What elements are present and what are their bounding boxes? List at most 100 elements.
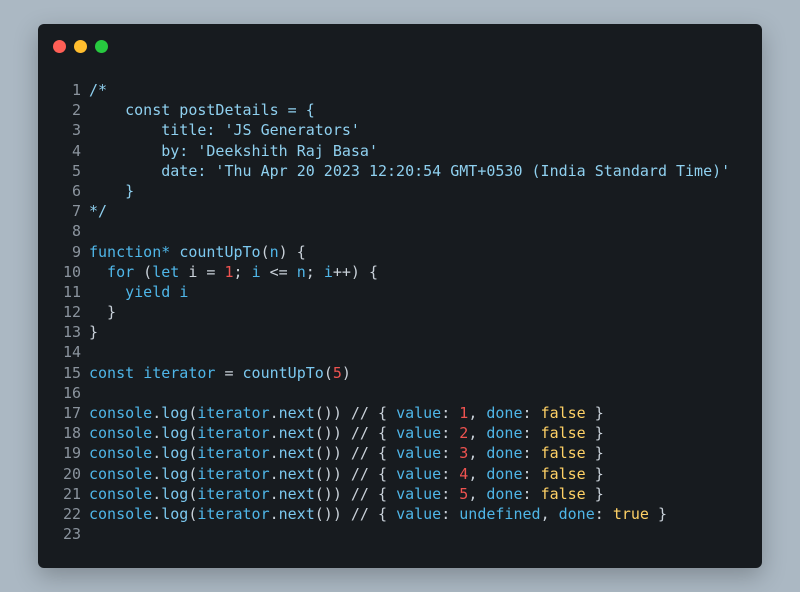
code-token: , bbox=[540, 504, 559, 523]
code-token: false bbox=[540, 404, 586, 422]
line-number: 12 bbox=[62, 303, 81, 322]
code-token: console bbox=[89, 444, 153, 463]
code-token: done bbox=[486, 464, 523, 483]
line-number: 23 bbox=[62, 525, 81, 544]
code-token: . bbox=[152, 464, 162, 483]
code-token: function* bbox=[89, 242, 171, 261]
code-token: , bbox=[468, 464, 487, 483]
code-token: . bbox=[152, 404, 162, 422]
code-token: : bbox=[441, 504, 460, 523]
maximize-dot-icon[interactable] bbox=[95, 40, 108, 53]
code-token: i bbox=[179, 282, 189, 301]
code-line: 1 /* bbox=[38, 80, 762, 100]
code-token: , bbox=[468, 484, 487, 503]
code-text: title: 'JS Generators' bbox=[89, 120, 360, 140]
code-text: } bbox=[89, 302, 116, 322]
code-token: } bbox=[585, 424, 604, 443]
code-token: } bbox=[89, 303, 117, 322]
code-token: 4 bbox=[459, 464, 469, 483]
code-token: : bbox=[522, 484, 541, 503]
code-token: ()) // { bbox=[314, 404, 397, 422]
code-token: . bbox=[269, 424, 279, 443]
code-line: 9 function* countUpTo(n) { bbox=[38, 242, 762, 262]
code-token: i bbox=[323, 262, 333, 281]
code-token: , bbox=[468, 424, 487, 443]
code-line: 4 by: 'Deekshith Raj Basa' bbox=[38, 141, 762, 161]
code-token: value bbox=[396, 424, 442, 443]
line-number: 7 bbox=[71, 202, 81, 221]
code-token: date: 'Thu Apr 20 2023 12:20:54 GMT+0530… bbox=[89, 161, 731, 180]
code-token: title: 'JS Generators' bbox=[89, 121, 360, 140]
close-dot-icon[interactable] bbox=[53, 40, 66, 53]
code-line: 21 console.log(iterator.next()) // { valu… bbox=[38, 484, 762, 504]
code-text: */ bbox=[89, 201, 107, 221]
code-token: = bbox=[215, 363, 243, 382]
code-token: : bbox=[594, 504, 613, 523]
code-token: n bbox=[296, 262, 306, 281]
code-block: 1/* 2 const postDetails = {3 title: 'JS G… bbox=[38, 80, 762, 544]
code-text: } bbox=[89, 322, 98, 342]
code-text: date: 'Thu Apr 20 2023 12:20:54 GMT+0530… bbox=[89, 161, 730, 181]
code-token: iterator bbox=[197, 444, 270, 463]
code-token: log bbox=[161, 464, 189, 483]
code-token: false bbox=[540, 464, 586, 483]
code-text: /* bbox=[89, 80, 107, 100]
code-token: const postDetails = { bbox=[89, 101, 315, 120]
line-number: 18 bbox=[62, 424, 81, 443]
code-token: . bbox=[269, 444, 279, 463]
code-window: 1/* 2 const postDetails = {3 title: 'JS G… bbox=[38, 24, 762, 568]
code-token: } bbox=[585, 464, 604, 483]
code-token: ( bbox=[260, 242, 270, 261]
code-token: . bbox=[269, 484, 279, 503]
code-line: 11 yield i bbox=[38, 282, 762, 302]
code-token: console bbox=[89, 484, 153, 503]
code-token: iterator bbox=[197, 404, 270, 422]
code-token: ()) // { bbox=[314, 444, 397, 463]
minimize-dot-icon[interactable] bbox=[74, 40, 87, 53]
code-token: : bbox=[441, 464, 460, 483]
code-token: log bbox=[161, 504, 189, 523]
code-token: log bbox=[161, 424, 189, 443]
code-token: next bbox=[278, 424, 315, 443]
code-token: console bbox=[89, 464, 153, 483]
line-number: 3 bbox=[71, 121, 81, 140]
code-token: countUpTo bbox=[242, 363, 324, 382]
code-token: ++) { bbox=[332, 262, 378, 281]
code-token: , bbox=[468, 444, 487, 463]
code-text: const postDetails = { bbox=[89, 100, 315, 120]
code-token: : bbox=[522, 464, 541, 483]
line-number: 16 bbox=[62, 383, 81, 402]
code-token: for bbox=[89, 262, 135, 281]
code-token: next bbox=[278, 464, 315, 483]
code-text: } bbox=[89, 181, 134, 201]
line-number: 19 bbox=[62, 444, 81, 463]
code-token: ( bbox=[134, 262, 153, 281]
code-line: 3 title: 'JS Generators' bbox=[38, 120, 762, 140]
code-line: 22 console.log(iterator.next()) // { valu… bbox=[38, 504, 762, 524]
code-text: for (let i = 1; i <= n; i++) { bbox=[89, 262, 378, 282]
code-line: 18 console.log(iterator.next()) // { valu… bbox=[38, 423, 762, 443]
code-text: yield i bbox=[89, 282, 188, 302]
code-line: 2 const postDetails = { bbox=[38, 100, 762, 120]
code-token: log bbox=[161, 404, 189, 422]
code-token: console bbox=[89, 424, 153, 443]
code-token: } bbox=[89, 323, 99, 342]
code-token: ()) // { bbox=[314, 424, 397, 443]
code-line: 16 bbox=[38, 383, 762, 403]
code-text: console.log(iterator.next()) // { value:… bbox=[89, 484, 604, 504]
line-number: 4 bbox=[71, 141, 81, 160]
code-token: . bbox=[152, 504, 162, 523]
code-token: value bbox=[396, 464, 442, 483]
code-line: 14 bbox=[38, 342, 762, 362]
code-token: ()) // { bbox=[314, 484, 397, 503]
code-line: 20 console.log(iterator.next()) // { valu… bbox=[38, 464, 762, 484]
code-text: console.log(iterator.next()) // { value:… bbox=[89, 504, 667, 524]
code-token: . bbox=[152, 484, 162, 503]
code-token: iterator bbox=[143, 363, 216, 382]
code-token: } bbox=[585, 484, 604, 503]
code-token: : bbox=[441, 484, 460, 503]
code-text: console.log(iterator.next()) // { value:… bbox=[89, 403, 604, 423]
code-token: 2 bbox=[459, 424, 469, 443]
code-token: console bbox=[89, 404, 153, 422]
